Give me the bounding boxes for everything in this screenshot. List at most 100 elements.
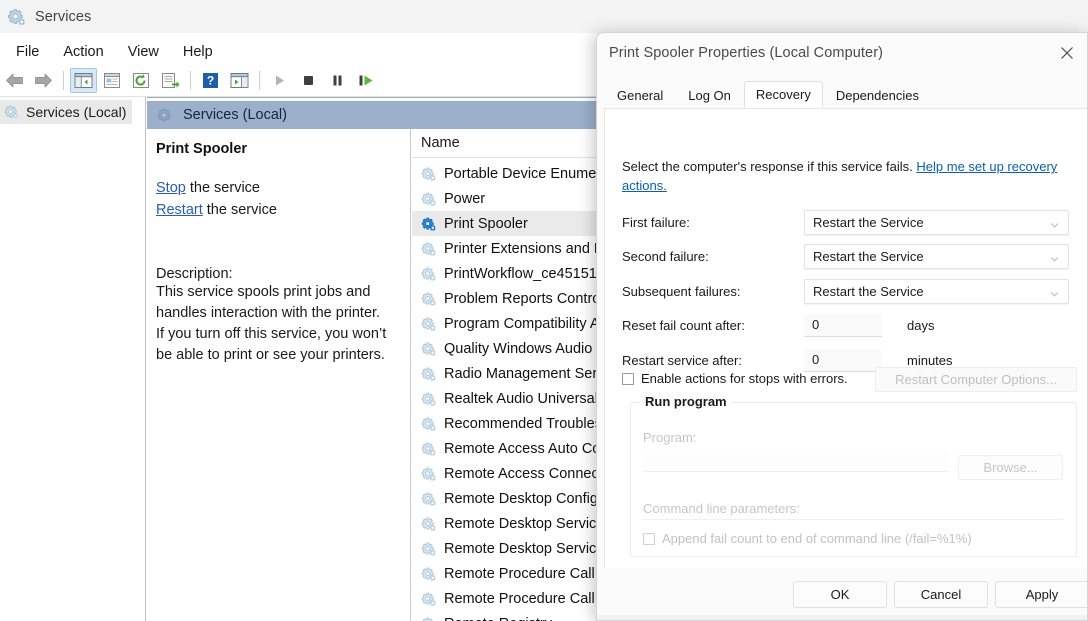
append-fail-count-label: Append fail count to end of command line… xyxy=(662,531,972,546)
service-name: Power xyxy=(444,191,485,207)
reset-fail-count-row: Reset fail count after: 0 days xyxy=(622,312,1077,338)
description-heading: Description: xyxy=(156,266,400,282)
append-fail-count-row[interactable]: Append fail count to end of command line… xyxy=(643,531,972,546)
service-name: Remote Access Connect xyxy=(444,466,603,482)
forward-arrow-icon[interactable] xyxy=(30,68,57,93)
service-name: PrintWorkflow_ce45151 xyxy=(444,266,597,282)
menu-view[interactable]: View xyxy=(117,42,170,62)
back-arrow-icon[interactable] xyxy=(1,68,28,93)
ok-button[interactable]: OK xyxy=(793,581,887,608)
service-name: Recommended Troubles xyxy=(444,416,602,432)
menu-action[interactable]: Action xyxy=(52,42,114,62)
pause-service-icon[interactable] xyxy=(324,68,351,93)
dialog-bottom-strip xyxy=(597,615,1088,620)
page-title: Print Spooler xyxy=(156,141,400,157)
program-label: Program: xyxy=(643,430,696,445)
second-failure-row: Second failure: Restart the Service xyxy=(622,243,1077,269)
restart-service-after-input[interactable]: 0 xyxy=(804,349,882,372)
service-name: Print Spooler xyxy=(444,216,528,232)
service-name: Remote Desktop Config xyxy=(444,491,598,507)
dialog-tabs: General Log On Recovery Dependencies xyxy=(597,85,1088,108)
service-name: Remote Procedure Call ( xyxy=(444,566,604,582)
command-line-parameters-label: Command line parameters: xyxy=(643,501,800,516)
run-program-group: Run program Program: Browse... Command l… xyxy=(630,402,1077,557)
apply-button[interactable]: Apply xyxy=(995,581,1088,608)
chevron-down-icon xyxy=(1050,252,1059,261)
description-line-2: handles interaction with the printer. xyxy=(156,303,404,324)
sidebar-item-label: Services (Local) xyxy=(26,104,126,120)
service-name: Printer Extensions and N xyxy=(444,241,604,257)
service-gear-icon xyxy=(421,416,437,432)
service-gear-icon xyxy=(421,216,437,232)
restart-computer-options-button[interactable]: Restart Computer Options... xyxy=(875,367,1077,392)
service-gear-icon xyxy=(421,316,437,332)
service-gear-icon xyxy=(421,341,437,357)
service-name: Portable Device Enumer xyxy=(444,166,601,182)
service-gear-icon xyxy=(421,191,437,207)
dialog-title: Print Spooler Properties (Local Computer… xyxy=(609,45,883,61)
service-gear-icon xyxy=(421,391,437,407)
export-list-icon[interactable] xyxy=(157,68,184,93)
tab-general[interactable]: General xyxy=(605,84,675,108)
dialog-footer: OK Cancel Apply xyxy=(597,568,1088,620)
chevron-down-icon xyxy=(1050,218,1059,227)
start-service-icon[interactable] xyxy=(266,68,293,93)
properties-icon[interactable] xyxy=(99,68,126,93)
subsequent-failures-select[interactable]: Restart the Service xyxy=(804,279,1069,304)
second-failure-value: Restart the Service xyxy=(813,249,924,264)
stop-service-icon[interactable] xyxy=(295,68,322,93)
menu-file[interactable]: File xyxy=(5,42,50,62)
stop-service-text: the service xyxy=(186,180,260,196)
services-node-icon xyxy=(157,107,174,124)
program-input[interactable] xyxy=(643,450,948,472)
tab-log-on[interactable]: Log On xyxy=(676,84,743,108)
tab-dependencies[interactable]: Dependencies xyxy=(824,84,931,108)
enable-actions-checkbox[interactable] xyxy=(622,373,634,385)
service-gear-icon xyxy=(421,166,437,182)
console-tree-pane: Services (Local) xyxy=(0,97,146,621)
cancel-button[interactable]: Cancel xyxy=(894,581,988,608)
restart-service-text: the service xyxy=(203,202,277,218)
tab-recovery[interactable]: Recovery xyxy=(744,81,823,108)
command-line-parameters-input[interactable] xyxy=(643,519,1063,520)
append-fail-count-checkbox[interactable] xyxy=(643,533,655,545)
sidebar-item-services-local[interactable]: Services (Local) xyxy=(0,100,132,124)
close-icon[interactable] xyxy=(1045,33,1088,73)
service-name: Quality Windows Audio xyxy=(444,341,592,357)
screen-root: Services File Action View Help xyxy=(0,0,1088,621)
window-titlebar: Services xyxy=(0,0,1088,33)
window-title: Services xyxy=(35,9,91,25)
reset-fail-count-label: Reset fail count after: xyxy=(622,318,804,333)
show-hide-console-tree-icon[interactable] xyxy=(70,68,97,93)
refresh-icon[interactable] xyxy=(128,68,155,93)
service-name: Problem Reports Contro xyxy=(444,291,600,307)
first-failure-select[interactable]: Restart the Service xyxy=(804,210,1069,235)
service-name: Program Compatibility A xyxy=(444,316,600,332)
restart-service-icon[interactable] xyxy=(353,68,380,93)
services-gear-icon xyxy=(4,104,20,120)
service-gear-icon xyxy=(421,516,437,532)
service-info-panel: Print Spooler Stop the service Restart t… xyxy=(147,129,411,621)
menu-help[interactable]: Help xyxy=(172,42,224,62)
run-program-group-title: Run program xyxy=(641,394,731,409)
help-icon[interactable]: ? xyxy=(197,68,224,93)
second-failure-select[interactable]: Restart the Service xyxy=(804,244,1069,269)
stop-service-link[interactable]: Stop xyxy=(156,180,186,196)
service-name: Remote Desktop Service xyxy=(444,541,604,557)
service-name: Remote Access Auto Co xyxy=(444,441,600,457)
service-gear-icon xyxy=(421,591,437,607)
reset-fail-count-input[interactable]: 0 xyxy=(804,314,882,337)
recovery-intro: Select the computer's response if this s… xyxy=(622,157,1077,195)
first-failure-row: First failure: Restart the Service xyxy=(622,209,1077,235)
pane-header-label: Services (Local) xyxy=(183,107,287,123)
browse-button[interactable]: Browse... xyxy=(958,455,1063,480)
restart-service-link[interactable]: Restart xyxy=(156,202,203,218)
chevron-down-icon xyxy=(1050,287,1059,296)
recovery-intro-text: Select the computer's response if this s… xyxy=(622,159,916,174)
show-action-pane-icon[interactable] xyxy=(226,68,253,93)
service-gear-icon xyxy=(421,541,437,557)
service-gear-icon xyxy=(421,441,437,457)
service-gear-icon xyxy=(421,491,437,507)
service-name: Remote Desktop Service xyxy=(444,516,604,532)
subsequent-failures-row: Subsequent failures: Restart the Service xyxy=(622,278,1077,304)
